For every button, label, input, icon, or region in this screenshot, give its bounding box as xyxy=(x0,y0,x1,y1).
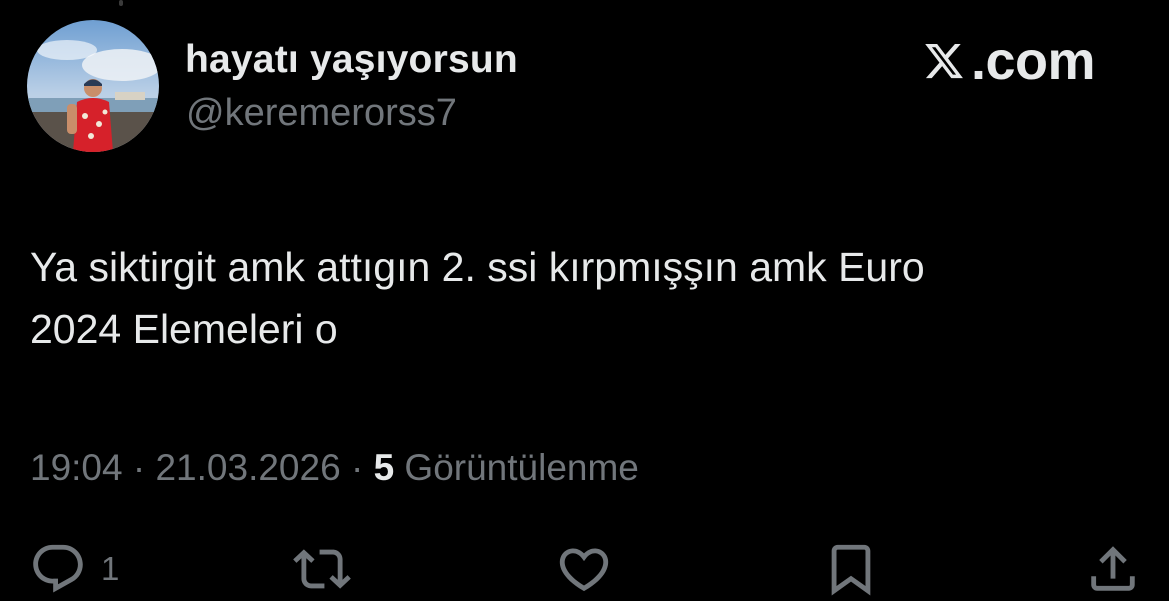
meta-separator: · xyxy=(350,447,364,488)
action-bar: 1 xyxy=(0,540,1169,601)
like-button[interactable] xyxy=(555,540,613,598)
reply-icon xyxy=(33,544,83,593)
reply-button[interactable]: 1 xyxy=(29,540,119,598)
reply-count: 1 xyxy=(101,550,120,587)
views-label: Görüntülenme xyxy=(404,447,639,488)
avatar[interactable] xyxy=(27,20,159,152)
retweet-icon xyxy=(293,549,351,589)
retweet-button[interactable] xyxy=(291,540,353,598)
x-logo-icon xyxy=(925,43,963,79)
brand-watermark: .com xyxy=(921,31,1096,91)
display-name[interactable]: hayatı yaşıyorsun xyxy=(185,38,518,82)
share-button[interactable] xyxy=(1084,540,1142,598)
tweet-card: hayatı yaşıyorsun @keremerorss7 .com Ya … xyxy=(0,0,1169,601)
tweet-date[interactable]: 21.03.2026 xyxy=(155,447,340,488)
share-icon xyxy=(1091,546,1135,591)
tweet-text: Ya siktirgit amk attıgın 2. ssi kırpmışş… xyxy=(30,244,925,352)
views-count: 5 xyxy=(373,447,395,488)
thread-connector xyxy=(119,0,123,6)
tweet-metadata: 19:04 · 21.03.2026 · 5 Görüntülenme xyxy=(30,447,639,489)
meta-separator: · xyxy=(132,447,146,488)
tweet-time[interactable]: 19:04 xyxy=(30,447,123,488)
bookmark-icon xyxy=(831,544,871,596)
bookmark-button[interactable] xyxy=(822,540,880,598)
heart-icon xyxy=(559,548,609,592)
brand-text: .com xyxy=(971,31,1096,91)
avatar-image xyxy=(27,20,159,152)
user-handle[interactable]: @keremerorss7 xyxy=(186,92,457,135)
